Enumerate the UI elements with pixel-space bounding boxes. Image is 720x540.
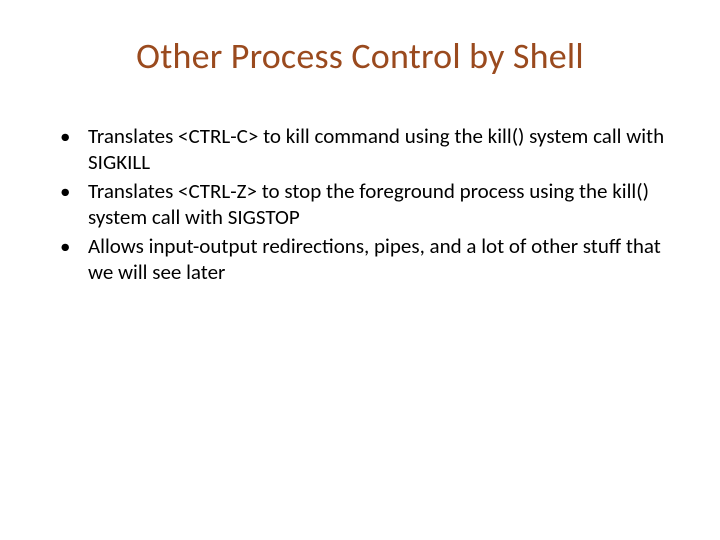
bullet-list: Translates <CTRL-C> to kill command usin… bbox=[36, 124, 684, 286]
slide: Other Process Control by Shell Translate… bbox=[0, 0, 720, 540]
list-item: Translates <CTRL-C> to kill command usin… bbox=[60, 124, 684, 175]
list-item: Translates <CTRL-Z> to stop the foregrou… bbox=[60, 179, 684, 230]
slide-title: Other Process Control by Shell bbox=[36, 34, 684, 78]
list-item: Allows input-output redirections, pipes,… bbox=[60, 234, 684, 285]
